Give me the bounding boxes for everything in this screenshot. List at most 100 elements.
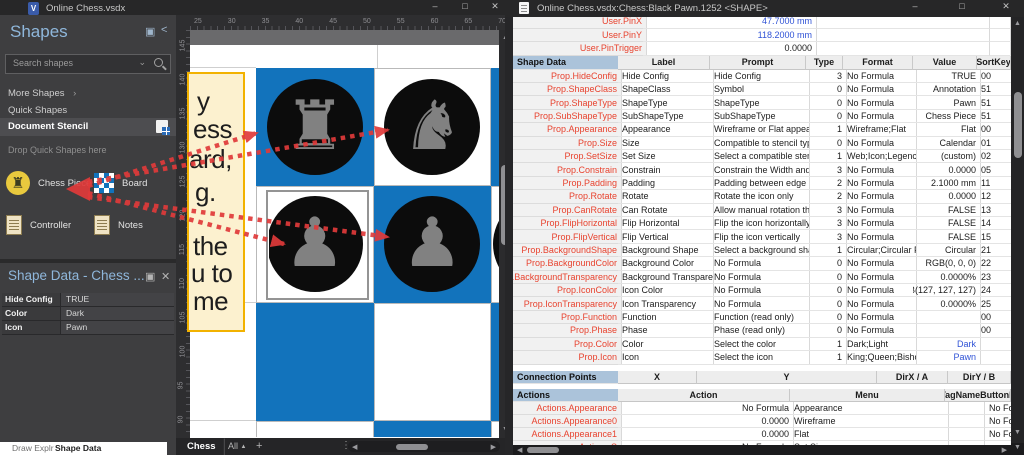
sheet-cell[interactable]: 14 xyxy=(977,217,1011,231)
panel-position-icon[interactable]: ▣ xyxy=(145,25,155,38)
sheet-cell[interactable]: 0 xyxy=(806,109,847,124)
sheet-cell-value[interactable]: Chess Piece xyxy=(913,109,981,124)
sheet-cell[interactable]: No For xyxy=(985,428,1011,441)
sheet-cell[interactable]: No Formula xyxy=(843,217,917,231)
sheet-cell[interactable]: Padding between edge an xyxy=(710,176,810,191)
sheet-cell[interactable]: No Formula xyxy=(843,136,917,150)
sheet-cell[interactable]: 0 xyxy=(806,82,847,97)
sheet-cell[interactable]: Hide Config xyxy=(618,69,714,83)
sheet-cell-name[interactable]: Prop.ShapeType xyxy=(513,96,622,110)
maximize-icon[interactable]: □ xyxy=(456,1,474,11)
sheet-cell[interactable]: Phase (read only) xyxy=(710,324,810,338)
sheet-cell-value[interactable]: 118.2000 mm xyxy=(643,28,817,42)
sheet-cell[interactable]: Can Rotate xyxy=(618,203,714,217)
sheet-cell-value[interactable]: RGB(0, 0, 0) xyxy=(913,257,981,271)
sheet-cell[interactable] xyxy=(945,428,985,441)
add-page-button[interactable]: + xyxy=(256,440,262,452)
sheet-cell[interactable] xyxy=(990,42,1011,56)
close-icon[interactable]: ✕ xyxy=(997,1,1015,12)
sheet-cell-name[interactable]: Prop.HideConfig xyxy=(513,69,622,83)
sheet-cell[interactable]: 0 xyxy=(806,136,847,150)
scroll-left-icon[interactable]: ◀ xyxy=(352,443,357,451)
sheet-cell[interactable]: No Formula xyxy=(843,96,917,110)
sheet-cell-value[interactable]: Pawn xyxy=(913,351,981,365)
sheet-cell[interactable]: Background Shape xyxy=(618,243,714,258)
sheet-cell[interactable] xyxy=(977,338,1011,352)
sheet-horizontal-scrollbar[interactable]: ◀ ▶ xyxy=(513,445,1011,455)
sheet-cell-name[interactable]: Prop.Icon xyxy=(513,351,622,365)
sheet-cell[interactable]: Select the icon xyxy=(710,351,810,365)
sheet-section-header[interactable]: SortKey xyxy=(977,55,1011,70)
sheet-cell[interactable]: 1 xyxy=(806,337,847,352)
sheet-cell[interactable]: Select a compatible stencil xyxy=(710,149,810,164)
scroll-left-icon[interactable]: ◀ xyxy=(517,446,522,454)
sheet-row[interactable]: Prop.BackgroundShape Background Shape Sele… xyxy=(513,243,1011,258)
sheet-cell[interactable]: Icon Color xyxy=(618,284,714,298)
sheet-cell[interactable]: 1 xyxy=(806,149,847,164)
shape-data-row[interactable]: Color Dark xyxy=(2,307,174,321)
sheet-cell[interactable]: SubShapeType xyxy=(710,109,810,124)
sheet-cell[interactable]: Select a background shape xyxy=(710,243,810,258)
sheet-cell-value[interactable]: FALSE xyxy=(913,203,981,217)
sheet-cell[interactable]: 3 xyxy=(806,217,847,231)
sheet-cell[interactable]: Background Transparency xyxy=(618,270,714,285)
sheet-cell[interactable]: No Formula xyxy=(843,82,917,97)
sheet-cell[interactable]: 0 xyxy=(806,310,847,325)
sheet-cell[interactable]: 25 xyxy=(977,297,1011,311)
sheet-cell[interactable]: SubShapeType xyxy=(618,109,714,124)
selection-rectangle[interactable] xyxy=(266,190,369,300)
sheet-cell[interactable] xyxy=(977,351,1011,365)
sheet-vertical-scrollbar[interactable]: ▲ ▼ xyxy=(1011,17,1024,443)
sheet-cell-name[interactable]: Prop.Function xyxy=(513,310,622,325)
sheet-cell[interactable]: Web;Icon;Legenc xyxy=(843,149,917,164)
sheet-cell[interactable]: Symbol xyxy=(710,82,810,97)
sheet-cell[interactable]: No Formula xyxy=(843,297,917,311)
sheet-section-header[interactable]: Menu xyxy=(790,389,945,402)
sheet-cell[interactable]: No Formula xyxy=(710,257,810,271)
board-cell[interactable] xyxy=(256,420,374,437)
sheet-cell-value[interactable]: Dark xyxy=(913,337,981,352)
sheet-cell[interactable]: Icon Transparency xyxy=(618,297,714,311)
sheet-cell[interactable]: Padding xyxy=(618,176,714,191)
scroll-right-icon[interactable]: ▶ xyxy=(1002,446,1007,454)
sheet-row[interactable]: User.PinTrigger 0.0000 xyxy=(513,42,1011,56)
sheet-cell[interactable]: No For xyxy=(985,415,1011,428)
sheet-cell[interactable]: Phase xyxy=(618,324,714,338)
sheet-cell-value[interactable]: 0.0000 xyxy=(913,190,981,204)
page-tab-chess[interactable]: Chess xyxy=(187,441,216,452)
sheet-row[interactable]: Actions.Appearance No Formula Appearance No… xyxy=(513,402,1011,415)
sheet-cell[interactable]: No Formula xyxy=(843,284,917,298)
sheet-cell[interactable]: Set Size xyxy=(618,149,714,164)
sheet-cell[interactable] xyxy=(813,17,990,29)
sheet-cell[interactable]: Icon xyxy=(618,351,714,365)
sheet-cell[interactable]: 0 xyxy=(806,297,847,311)
sheet-cell[interactable]: No Formula xyxy=(710,270,810,285)
sheet-cell[interactable]: 3 xyxy=(806,163,847,177)
sheet-cell-value[interactable]: Circular xyxy=(913,243,981,258)
board-cell[interactable] xyxy=(491,68,499,186)
shape-data-value[interactable]: Dark xyxy=(61,307,174,320)
sheet-cell[interactable]: ShapeType xyxy=(710,96,810,110)
sheet-row[interactable]: Prop.IconTransparency Icon Transparency No… xyxy=(513,297,1011,311)
sheet-section-header[interactable]: Value xyxy=(913,55,977,70)
minimize-icon[interactable]: – xyxy=(426,1,444,11)
sheet-cell[interactable]: 3 xyxy=(806,203,847,217)
sheet-cell[interactable]: 00 xyxy=(977,311,1011,325)
sheet-cell[interactable]: No Formula xyxy=(843,324,917,338)
stencil-item-notes[interactable]: Notes xyxy=(94,205,143,245)
sheet-row[interactable]: Prop.Icon Icon Select the icon 1 King;Queen;… xyxy=(513,351,1011,365)
sheet-cell[interactable]: Flip the icon vertically xyxy=(710,230,810,244)
sheet-cell[interactable]: 3 xyxy=(806,69,847,83)
board-cell[interactable] xyxy=(256,303,374,421)
sheet-cell-name[interactable]: Actions.Appearance0 xyxy=(513,415,622,428)
panel-position-icon[interactable]: ▣ xyxy=(145,270,155,283)
sheet-cell[interactable]: 0 xyxy=(806,270,847,285)
sheet-cell[interactable]: Wireframe xyxy=(790,415,949,428)
sheet-cell[interactable]: 0 xyxy=(806,324,847,338)
scroll-right-icon[interactable]: ▶ xyxy=(491,443,496,451)
sheet-section-header[interactable]: Y xyxy=(697,370,877,384)
stencil-item-controller[interactable]: Controller xyxy=(6,205,71,245)
sheet-cell[interactable]: Flip the icon horizontally xyxy=(710,217,810,231)
sheet-cell-name[interactable]: Prop.Rotate xyxy=(513,190,622,204)
sheet-cell[interactable]: Size xyxy=(618,136,714,150)
